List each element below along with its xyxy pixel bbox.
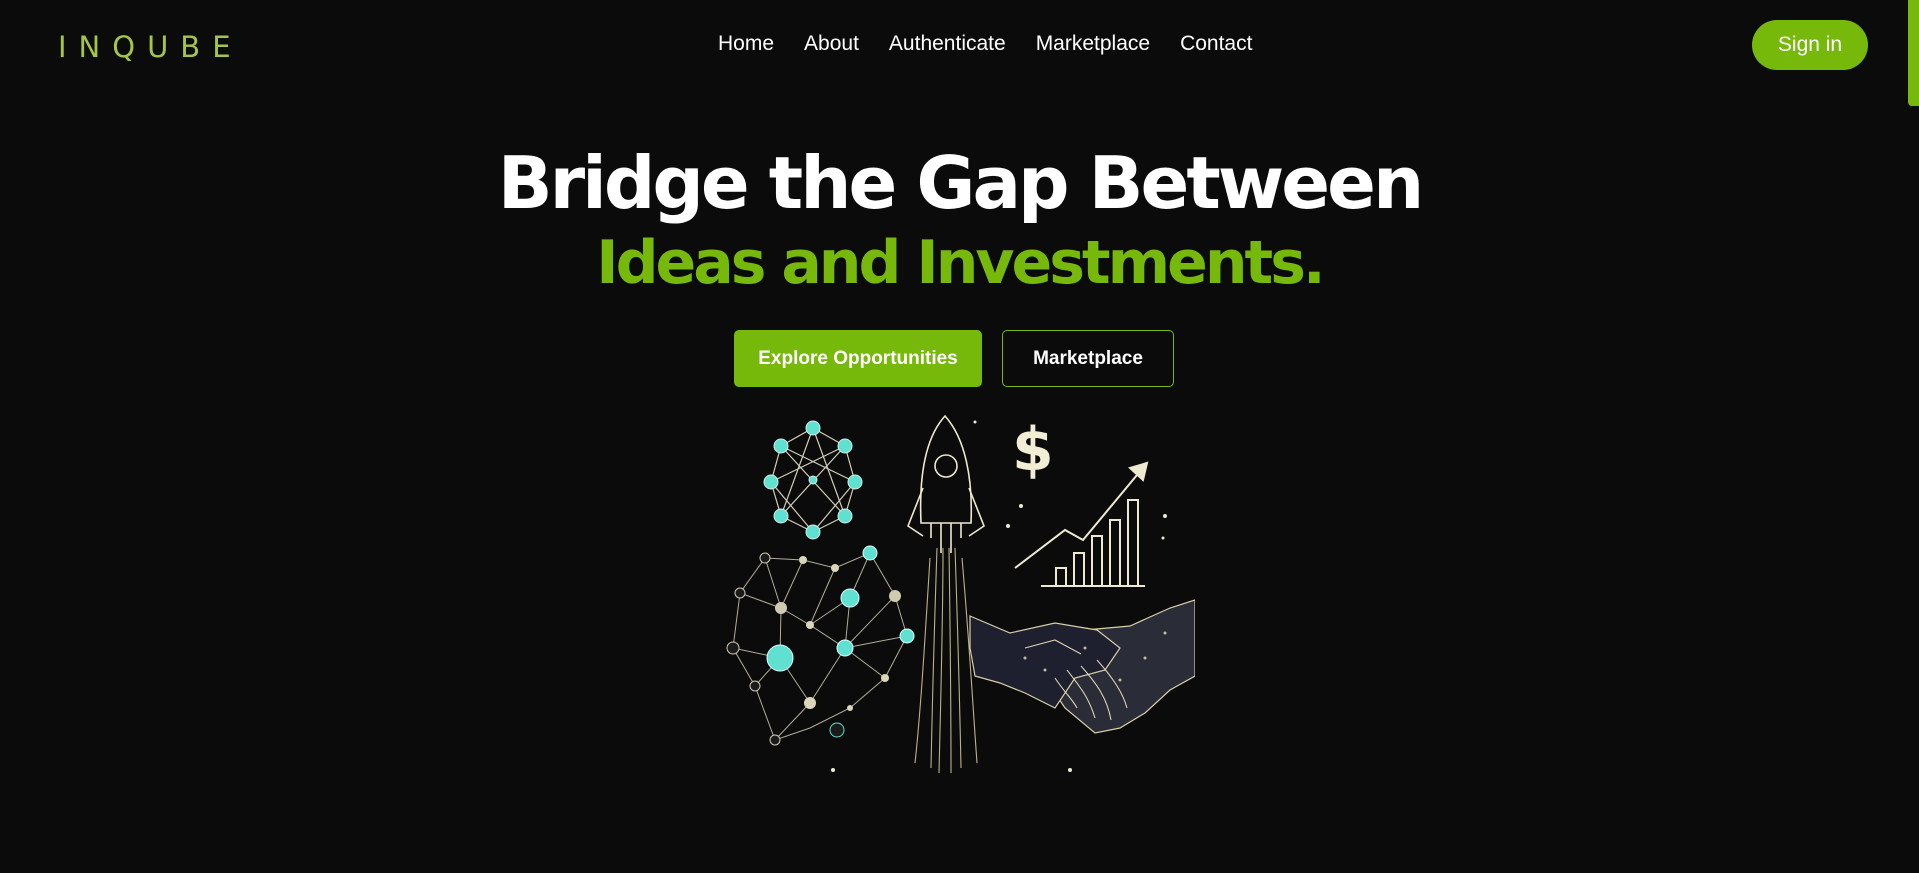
explore-opportunities-button[interactable]: Explore Opportunities bbox=[734, 330, 982, 387]
hero-subtitle: Ideas and Investments. bbox=[596, 228, 1325, 298]
handshake-icon bbox=[969, 599, 1195, 734]
logo[interactable]: INQUBE bbox=[58, 30, 243, 64]
scrollbar-thumb[interactable] bbox=[1908, 0, 1919, 106]
dollar-icon: $ bbox=[1012, 415, 1054, 485]
hero-illustration: $ bbox=[726, 414, 1195, 774]
logo-text: INQUBE bbox=[58, 30, 243, 64]
nav-about[interactable]: About bbox=[804, 30, 859, 58]
mesh-network-icon bbox=[732, 552, 908, 741]
main-nav: Home About Authenticate Marketplace Cont… bbox=[718, 30, 1252, 58]
hero-title: Bridge the Gap Between bbox=[497, 141, 1424, 225]
marketplace-button[interactable]: Marketplace bbox=[1002, 330, 1174, 387]
sign-in-button[interactable]: Sign in bbox=[1752, 20, 1868, 70]
nav-home[interactable]: Home bbox=[718, 30, 774, 58]
nav-authenticate[interactable]: Authenticate bbox=[889, 30, 1006, 58]
site-header: INQUBE Home About Authenticate Marketpla… bbox=[0, 0, 1919, 90]
rocket-icon bbox=[907, 414, 985, 553]
nav-marketplace[interactable]: Marketplace bbox=[1036, 30, 1150, 58]
network-ring-nodes bbox=[763, 420, 863, 540]
rocket-trail bbox=[914, 547, 978, 774]
nav-contact[interactable]: Contact bbox=[1180, 30, 1252, 58]
mesh-network-nodes bbox=[726, 545, 915, 746]
